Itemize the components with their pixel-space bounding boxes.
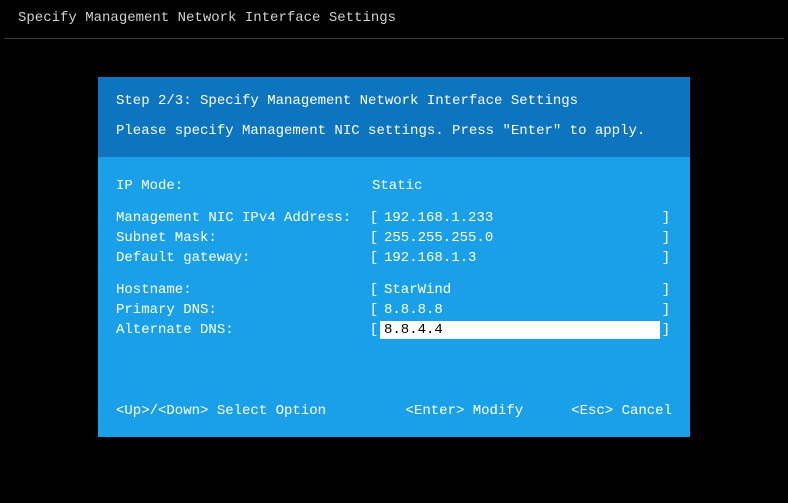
field-hostname-row[interactable]: Hostname:[StarWind]: [116, 281, 672, 299]
bracket-open: [: [368, 281, 380, 299]
hint-esc: <Esc> Cancel: [571, 403, 672, 419]
bracket-open: [: [368, 301, 380, 319]
field-group-1: Management NIC IPv4 Address:[192.168.1.2…: [116, 209, 672, 267]
wizard-panel: Step 2/3: Specify Management Network Int…: [98, 77, 690, 437]
bracket-close: ]: [660, 301, 672, 319]
bracket-open: [: [368, 229, 380, 247]
field-alternate-dns-label: Alternate DNS:: [116, 321, 368, 339]
field-management-nic-ipv4-address-label: Management NIC IPv4 Address:: [116, 209, 368, 227]
ip-mode-row[interactable]: IP Mode: Static: [116, 177, 672, 195]
bracket-close: ]: [660, 321, 672, 339]
panel-body: IP Mode: Static Management NIC IPv4 Addr…: [98, 157, 690, 387]
bracket-close: ]: [660, 249, 672, 267]
field-group-2: Hostname:[StarWind]Primary DNS:[8.8.8.8]…: [116, 281, 672, 339]
bracket-open: [: [368, 209, 380, 227]
field-hostname-label: Hostname:: [116, 281, 368, 299]
panel-footer: <Up>/<Down> Select Option <Enter> Modify…: [98, 387, 690, 437]
bracket-close: ]: [660, 281, 672, 299]
field-subnet-mask-label: Subnet Mask:: [116, 229, 368, 247]
field-subnet-mask-value[interactable]: 255.255.255.0: [380, 229, 660, 247]
field-management-nic-ipv4-address-value[interactable]: 192.168.1.233: [380, 209, 660, 227]
field-subnet-mask-row[interactable]: Subnet Mask:[255.255.255.0]: [116, 229, 672, 247]
field-default-gateway-value[interactable]: 192.168.1.3: [380, 249, 660, 267]
ip-mode-value: Static: [368, 177, 672, 195]
field-alternate-dns-value[interactable]: 8.8.4.4: [380, 321, 660, 339]
instruction-text: Please specify Management NIC settings. …: [116, 123, 672, 139]
field-alternate-dns-row[interactable]: Alternate DNS:[8.8.4.4]: [116, 321, 672, 339]
hint-enter: <Enter> Modify: [406, 403, 524, 419]
bracket-close: ]: [660, 209, 672, 227]
hint-updown: <Up>/<Down> Select Option: [116, 403, 406, 419]
divider: [4, 38, 784, 39]
bracket-open: [: [368, 321, 380, 339]
ip-mode-label: IP Mode:: [116, 177, 368, 195]
field-management-nic-ipv4-address-row[interactable]: Management NIC IPv4 Address:[192.168.1.2…: [116, 209, 672, 227]
bracket-open: [: [368, 249, 380, 267]
page-title: Specify Management Network Interface Set…: [0, 0, 788, 38]
field-primary-dns-value[interactable]: 8.8.8.8: [380, 301, 660, 319]
field-primary-dns-label: Primary DNS:: [116, 301, 368, 319]
bracket-close: ]: [660, 229, 672, 247]
field-default-gateway-label: Default gateway:: [116, 249, 368, 267]
field-default-gateway-row[interactable]: Default gateway:[192.168.1.3]: [116, 249, 672, 267]
field-hostname-value[interactable]: StarWind: [380, 281, 660, 299]
field-primary-dns-row[interactable]: Primary DNS:[8.8.8.8]: [116, 301, 672, 319]
panel-header: Step 2/3: Specify Management Network Int…: [98, 77, 690, 157]
step-title: Step 2/3: Specify Management Network Int…: [116, 93, 672, 109]
